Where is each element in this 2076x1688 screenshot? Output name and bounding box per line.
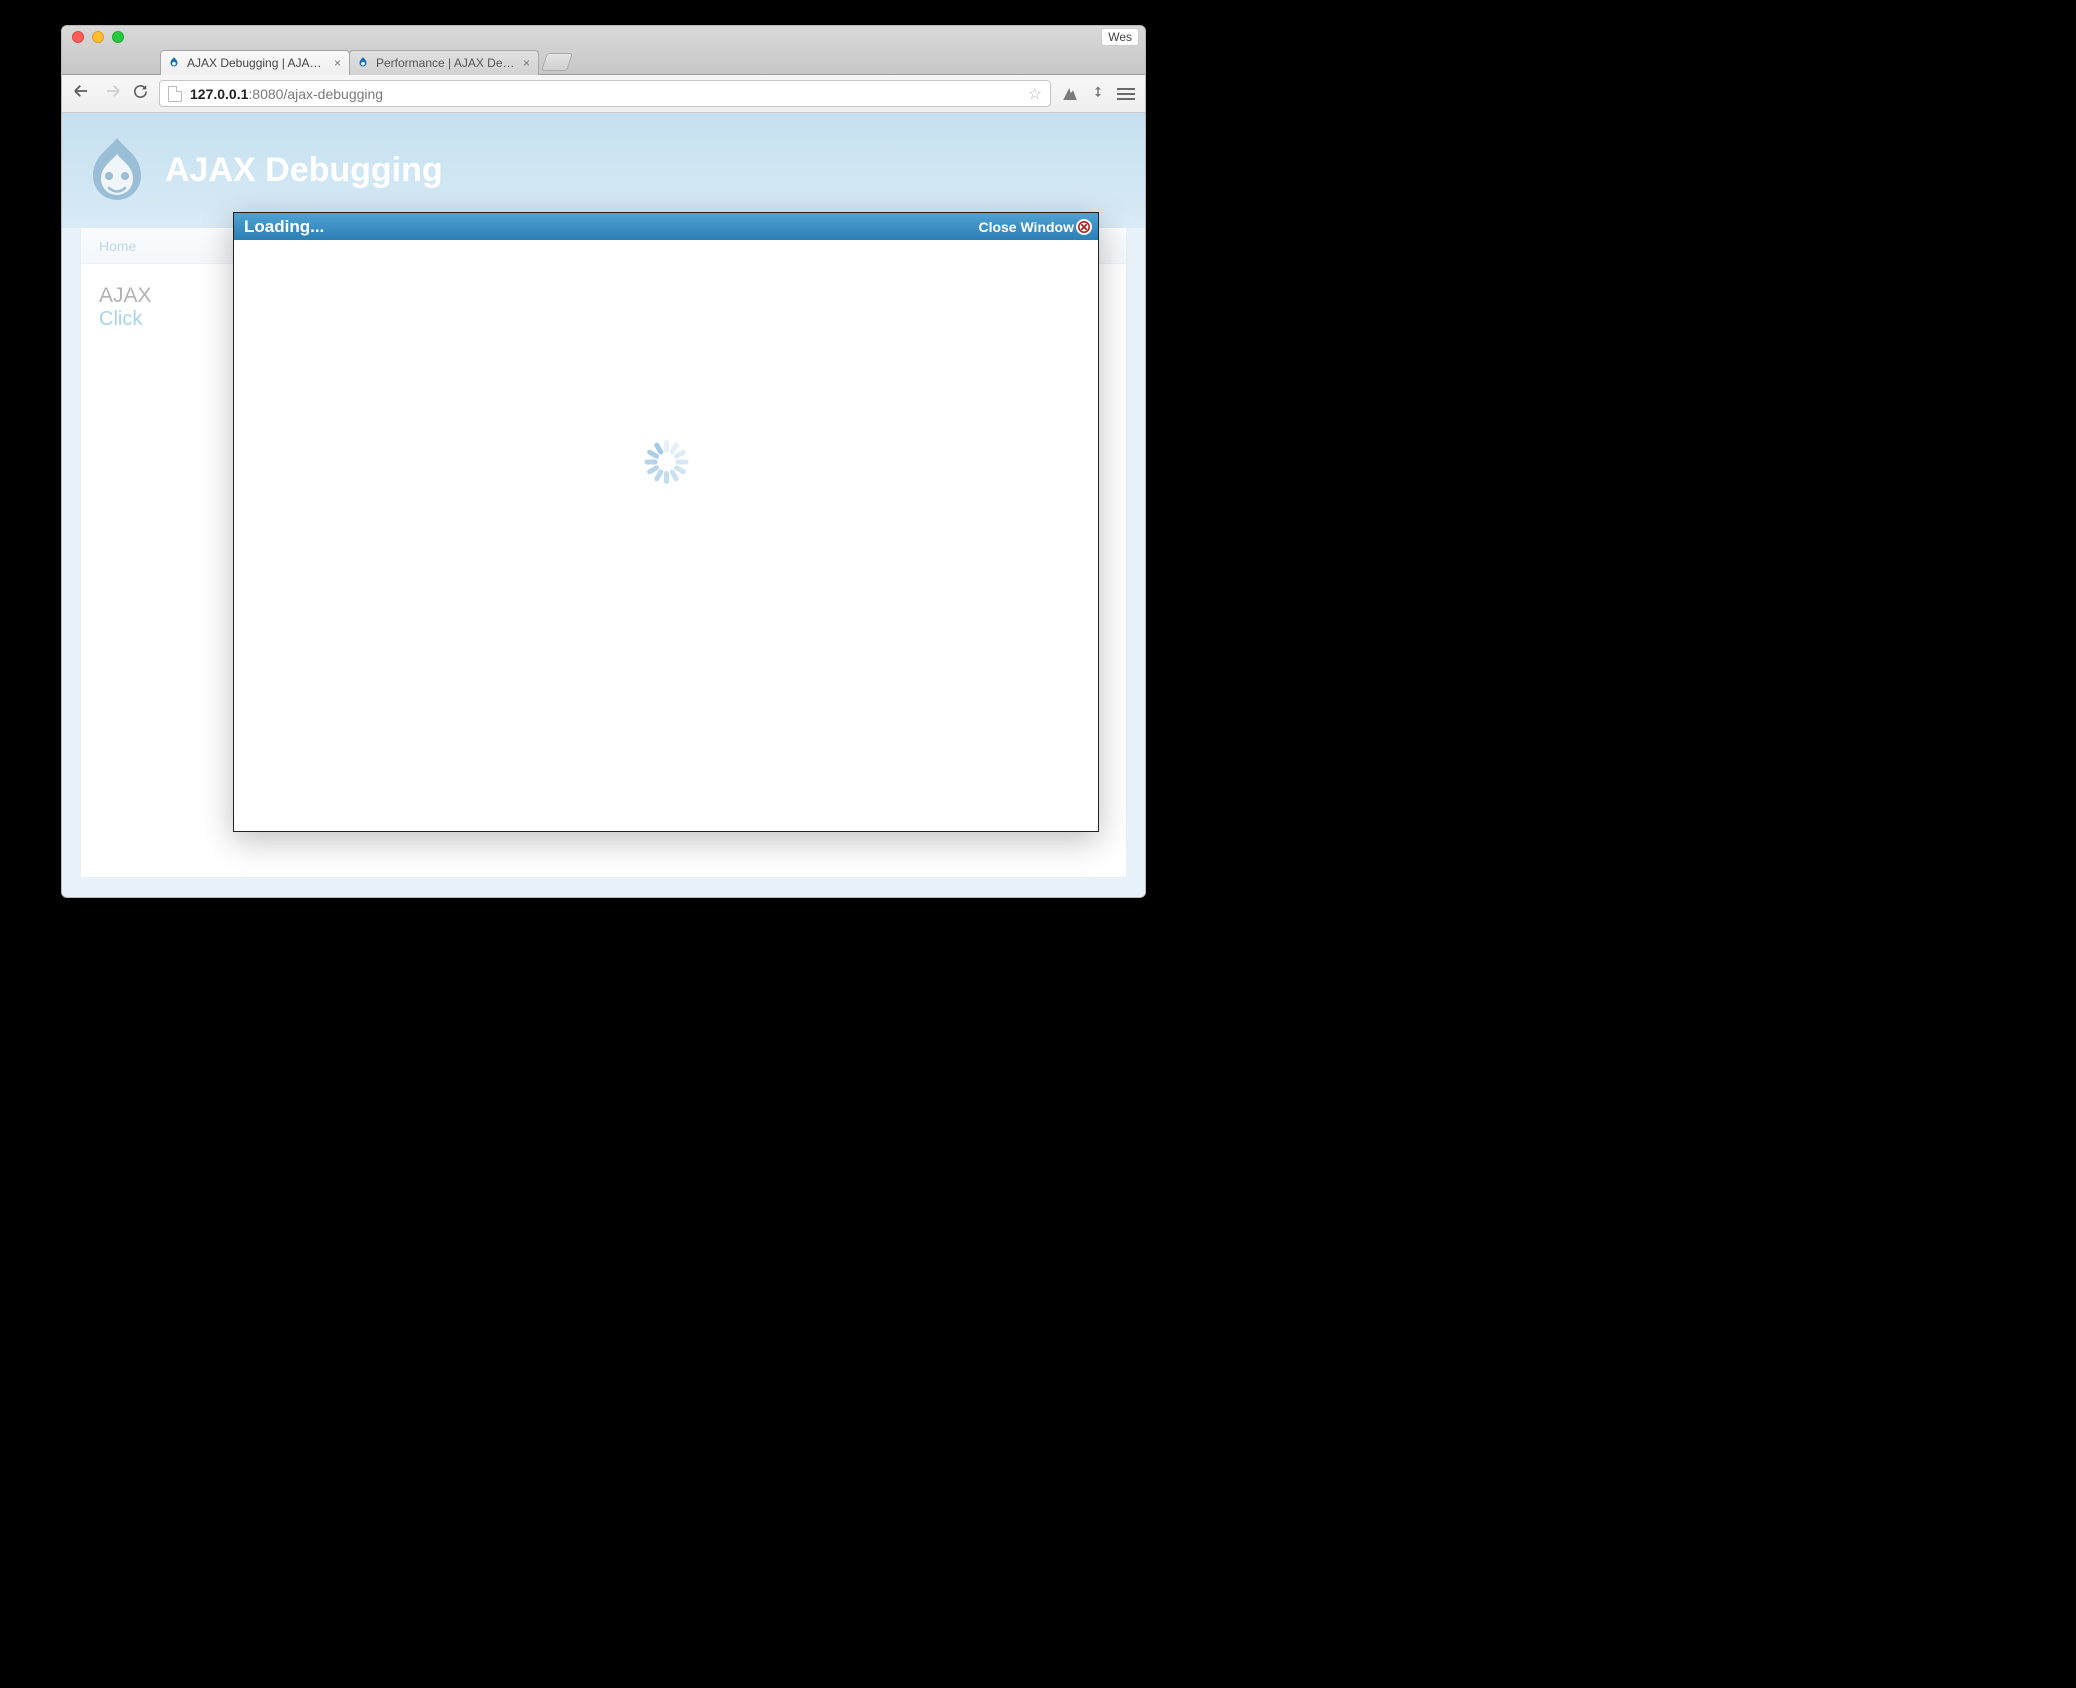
nav-arrows [72, 82, 122, 105]
back-button[interactable] [72, 82, 90, 105]
url-host: 127.0.0.1 [190, 86, 248, 102]
extension-icon[interactable] [1089, 85, 1107, 103]
address-bar[interactable]: 127.0.0.1:8080/ajax-debugging ☆ [159, 80, 1051, 107]
tab-close-icon[interactable]: × [523, 56, 530, 70]
close-icon[interactable] [1076, 219, 1092, 235]
drupal-icon [167, 56, 181, 70]
browser-toolbar: 127.0.0.1:8080/ajax-debugging ☆ [62, 75, 1145, 113]
reload-button[interactable] [132, 83, 149, 105]
tab-close-icon[interactable]: × [334, 56, 341, 70]
url-path: /ajax-debugging [283, 86, 383, 102]
new-tab-button[interactable] [541, 53, 573, 71]
window-close-button[interactable] [72, 31, 84, 43]
profile-button[interactable]: Wes [1101, 28, 1139, 46]
url-port: :8080 [248, 86, 283, 102]
window-controls [62, 31, 124, 43]
tab-inactive[interactable]: Performance | AJAX Debug × [349, 50, 539, 75]
window-minimize-button[interactable] [92, 31, 104, 43]
extension-icon[interactable] [1061, 85, 1079, 103]
browser-window: Wes .titlebar{position:absolute;top:0;le… [61, 25, 1146, 898]
bookmark-star-icon[interactable]: ☆ [1028, 84, 1042, 104]
loading-spinner-icon [644, 440, 688, 484]
page-icon [168, 86, 182, 102]
tab-active[interactable]: AJAX Debugging | AJAX De × [160, 50, 350, 75]
modal-close-label[interactable]: Close Window [978, 219, 1074, 235]
tab-title: Performance | AJAX Debug [376, 56, 517, 70]
extension-icons [1061, 85, 1135, 103]
modal-title: Loading... [244, 217, 324, 237]
drupal-icon [356, 56, 370, 70]
modal-body [234, 240, 1098, 831]
modal-titlebar[interactable]: Loading... Close Window [234, 213, 1098, 240]
tab-strip: AJAX Debugging | AJAX De × Performance |… [62, 26, 1145, 75]
window-zoom-button[interactable] [112, 31, 124, 43]
tab-title: AJAX Debugging | AJAX De [187, 56, 328, 70]
forward-button[interactable] [104, 82, 122, 105]
chrome-menu-button[interactable] [1117, 88, 1135, 100]
ajax-modal: Loading... Close Window [233, 212, 1099, 832]
